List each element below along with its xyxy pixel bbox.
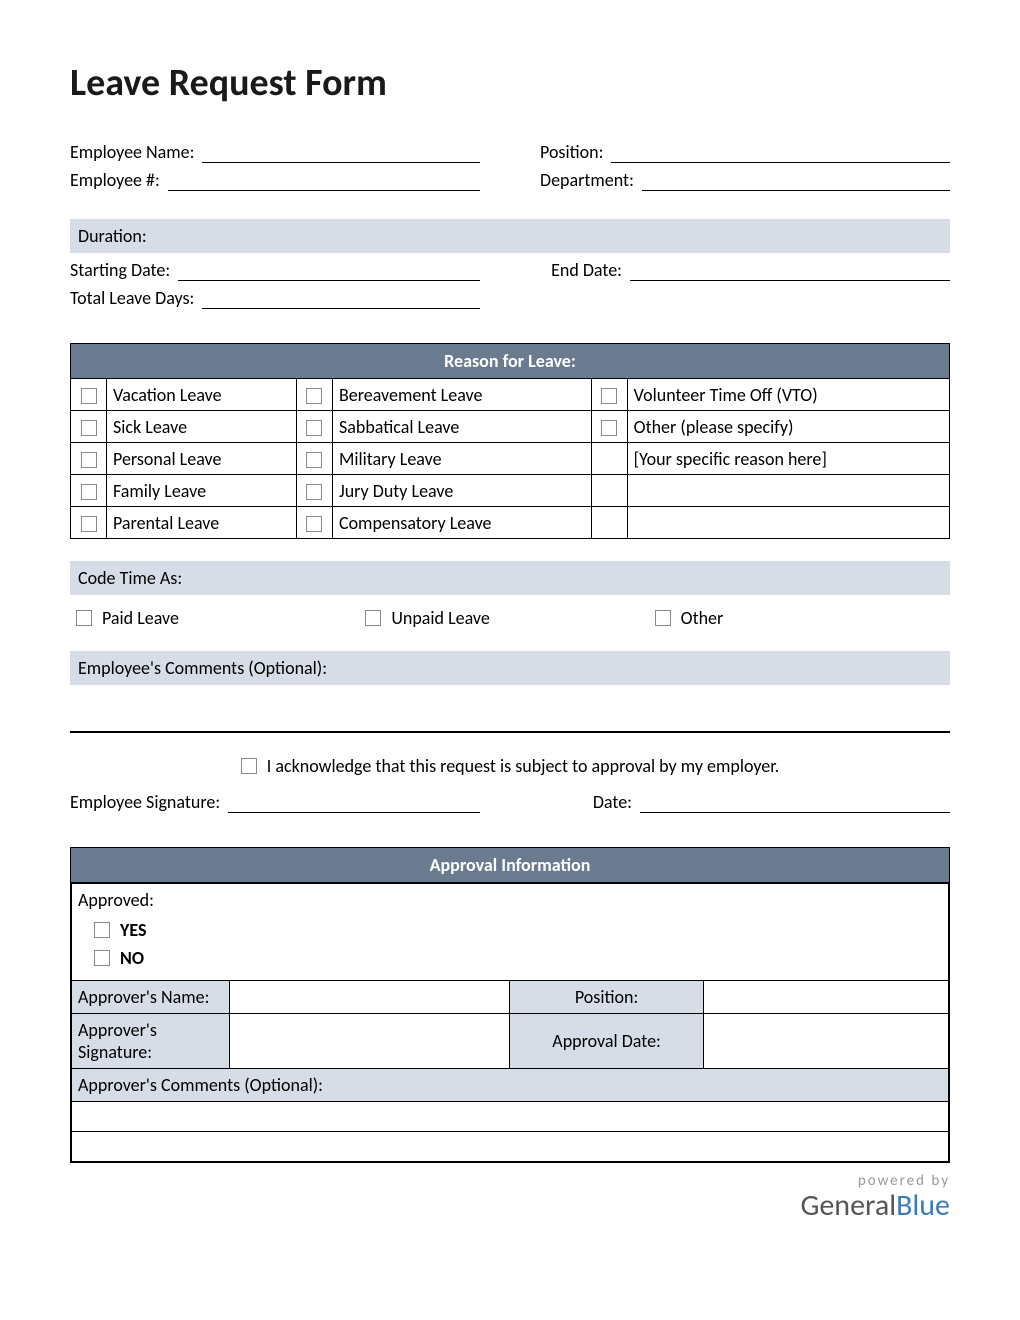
acknowledge-text: I acknowledge that this request is subje… (267, 755, 780, 777)
page-title: Leave Request Form (70, 60, 950, 106)
approved-yes-label: YES (120, 919, 146, 941)
reason-option: Sick Leave (107, 411, 297, 443)
paid-leave-checkbox[interactable] (76, 610, 92, 626)
reason-option: Military Leave (332, 443, 591, 475)
duration-header: Duration: (70, 219, 950, 253)
position-input[interactable] (611, 141, 950, 163)
approver-position-input[interactable] (703, 981, 949, 1014)
end-date-input[interactable] (630, 259, 950, 281)
approved-label: Approved: (78, 889, 942, 911)
reason-option: Vacation Leave (107, 379, 297, 411)
reason-checkbox[interactable] (81, 516, 97, 532)
reason-option (627, 475, 949, 507)
reason-checkbox[interactable] (601, 388, 617, 404)
reason-checkbox[interactable] (306, 484, 322, 500)
reason-option: Jury Duty Leave (332, 475, 591, 507)
unpaid-leave-label: Unpaid Leave (391, 607, 490, 629)
code-time-header: Code Time As: (70, 561, 950, 595)
start-date-label: Starting Date: (70, 259, 178, 281)
employee-signature-label: Employee Signature: (70, 791, 228, 813)
other-code-checkbox[interactable] (655, 610, 671, 626)
approved-no-label: NO (120, 947, 144, 969)
brand-logo: GeneralBlue (70, 1189, 950, 1222)
employee-number-input[interactable] (168, 169, 480, 191)
approver-comments-line2[interactable] (71, 1132, 949, 1162)
employee-info: Employee Name: Employee #: Position: Dep… (70, 141, 950, 197)
approval-date-label: Approval Date: (510, 1014, 703, 1069)
footer: powered by GeneralBlue (70, 1173, 950, 1223)
approver-signature-input[interactable] (229, 1014, 510, 1069)
reason-option: [Your specific reason here] (627, 443, 949, 475)
signature-date-label: Date: (540, 791, 640, 813)
department-label: Department: (540, 169, 642, 191)
reason-option: Bereavement Leave (332, 379, 591, 411)
total-days-input[interactable] (202, 287, 480, 309)
employee-name-label: Employee Name: (70, 141, 202, 163)
reason-checkbox[interactable] (306, 420, 322, 436)
reason-checkbox[interactable] (306, 452, 322, 468)
reason-option: Parental Leave (107, 507, 297, 539)
approver-name-input[interactable] (229, 981, 510, 1014)
approved-no-checkbox[interactable] (94, 950, 110, 966)
employee-comments-input[interactable] (70, 697, 950, 733)
approver-name-label: Approver's Name: (71, 981, 229, 1014)
reason-checkbox[interactable] (306, 388, 322, 404)
approved-yes-checkbox[interactable] (94, 922, 110, 938)
reason-option: Sabbatical Leave (332, 411, 591, 443)
employee-signature-input[interactable] (228, 791, 480, 813)
reason-checkbox[interactable] (601, 420, 617, 436)
reason-option: Other (please specify) (627, 411, 949, 443)
employee-name-input[interactable] (202, 141, 480, 163)
reason-option: Family Leave (107, 475, 297, 507)
reason-header: Reason for Leave: (71, 344, 950, 379)
total-days-label: Total Leave Days: (70, 287, 202, 309)
reason-checkbox[interactable] (81, 452, 97, 468)
approver-position-label: Position: (510, 981, 703, 1014)
signature-date-input[interactable] (640, 791, 950, 813)
approval-header: Approval Information (70, 847, 950, 882)
reason-checkbox[interactable] (81, 420, 97, 436)
reason-checkbox[interactable] (306, 516, 322, 532)
start-date-input[interactable] (178, 259, 480, 281)
paid-leave-label: Paid Leave (102, 607, 179, 629)
position-label: Position: (540, 141, 611, 163)
approval-table: Approved: YES NO Approver's Name: Positi… (70, 882, 950, 1163)
approver-comments-label: Approver's Comments (Optional): (71, 1069, 949, 1102)
reason-checkbox[interactable] (81, 484, 97, 500)
reason-checkbox[interactable] (81, 388, 97, 404)
unpaid-leave-checkbox[interactable] (365, 610, 381, 626)
employee-number-label: Employee #: (70, 169, 168, 191)
reason-table: Reason for Leave: Vacation Leave Bereavem… (70, 343, 950, 539)
end-date-label: End Date: (540, 259, 630, 281)
acknowledge-checkbox[interactable] (241, 758, 257, 774)
approver-signature-label: Approver's Signature: (71, 1014, 229, 1069)
other-code-label: Other (681, 607, 724, 629)
reason-option: Personal Leave (107, 443, 297, 475)
code-time-options: Paid Leave Unpaid Leave Other (70, 607, 950, 629)
employee-comments-header: Employee's Comments (Optional): (70, 651, 950, 685)
reason-option (627, 507, 949, 539)
approval-date-input[interactable] (703, 1014, 949, 1069)
reason-option: Volunteer Time Off (VTO) (627, 379, 949, 411)
approver-comments-line1[interactable] (71, 1102, 949, 1132)
reason-option: Compensatory Leave (332, 507, 591, 539)
department-input[interactable] (642, 169, 950, 191)
